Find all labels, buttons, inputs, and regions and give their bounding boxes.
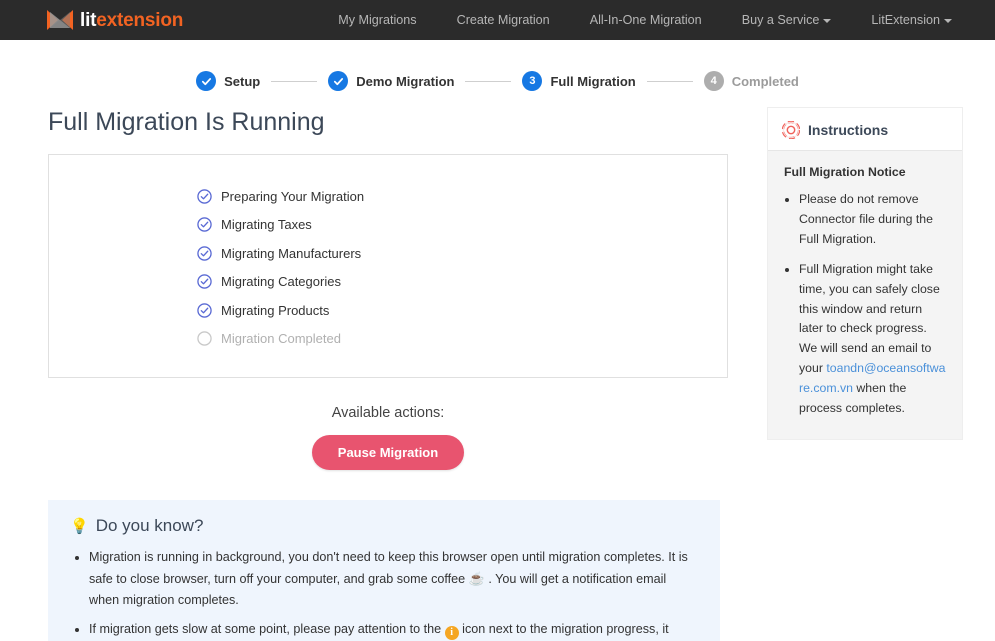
side-column: Instructions Full Migration Notice Pleas… xyxy=(767,107,963,440)
task-item-migrating-taxes: Migrating Taxes xyxy=(49,211,727,240)
top-navbar: litextension My Migrations Create Migrat… xyxy=(0,0,995,40)
lightbulb-icon: 💡 xyxy=(70,517,89,535)
instructions-bullet-email: Full Migration might take time, you can … xyxy=(799,260,948,419)
check-icon xyxy=(333,77,343,85)
instructions-bullet-connector: Please do not remove Connector file duri… xyxy=(799,190,948,250)
task-label: Migrating Manufacturers xyxy=(221,245,362,261)
step-completed[interactable]: 4 Completed xyxy=(703,71,799,91)
step-completed-label: Completed xyxy=(731,73,799,89)
dyk-bullet2-before: If migration gets slow at some point, pl… xyxy=(89,622,445,637)
step-demo-migration-badge xyxy=(328,71,349,91)
task-label: Migrating Taxes xyxy=(221,217,312,233)
nav-item-create-migration[interactable]: Create Migration xyxy=(457,13,550,27)
task-item-migrating-manufacturers: Migrating Manufacturers xyxy=(49,239,727,268)
check-circle-icon xyxy=(197,189,212,204)
chevron-down-icon xyxy=(823,18,832,23)
instructions-bullet-email-before: Full Migration might take time, you can … xyxy=(799,261,940,376)
brand-logo[interactable]: litextension xyxy=(47,10,183,30)
migration-stepper: Setup Demo Migration 3 Full Migration 4 … xyxy=(0,71,995,91)
instructions-header: Instructions xyxy=(768,108,962,151)
nav-item-create-migration-label: Create Migration xyxy=(456,13,550,27)
check-circle-icon xyxy=(197,274,212,289)
do-you-know-panel: 💡 Do you know? Migration is running in b… xyxy=(48,500,720,641)
step-full-migration[interactable]: 3 Full Migration xyxy=(522,71,636,91)
instructions-body: Full Migration Notice Please do not remo… xyxy=(768,151,962,439)
check-circle-icon xyxy=(197,217,212,232)
nav-item-my-migrations-label: My Migrations xyxy=(338,13,417,27)
instructions-list: Please do not remove Connector file duri… xyxy=(782,190,948,419)
migration-task-list: Preparing Your Migration Migrating Taxes xyxy=(49,182,727,353)
do-you-know-bullet-background: Migration is running in background, you … xyxy=(89,547,698,610)
step-setup[interactable]: Setup xyxy=(196,71,260,91)
task-label: Migration Completed xyxy=(221,331,341,347)
brand-text-extension: extension xyxy=(96,9,184,31)
instructions-panel: Instructions Full Migration Notice Pleas… xyxy=(767,107,963,440)
task-item-preparing-your-migration: Preparing Your Migration xyxy=(49,182,727,211)
instructions-subtitle: Full Migration Notice xyxy=(784,165,906,179)
available-actions: Available actions: Pause Migration xyxy=(48,405,728,470)
empty-circle-icon xyxy=(197,331,212,346)
content-wrapper: Full Migration Is Running Preparing Your… xyxy=(0,107,995,470)
brand-text-lit: lit xyxy=(80,9,97,31)
do-you-know-title: 💡 Do you know? xyxy=(70,516,698,536)
nav-item-buy-a-service[interactable]: Buy a Service xyxy=(742,13,832,27)
task-item-migrating-products: Migrating Products xyxy=(49,296,727,325)
check-circle-icon xyxy=(197,246,212,261)
info-icon: i xyxy=(444,626,459,641)
pause-migration-button[interactable]: Pause Migration xyxy=(311,435,465,470)
step-demo-migration[interactable]: Demo Migration xyxy=(328,71,454,91)
check-circle-icon xyxy=(197,303,212,318)
chevron-down-icon xyxy=(944,18,953,23)
brand-text: litextension xyxy=(80,11,183,30)
lifebuoy-icon xyxy=(782,121,800,139)
task-label: Migrating Products xyxy=(221,302,330,318)
do-you-know-title-text: Do you know? xyxy=(95,516,204,535)
step-connector xyxy=(271,80,318,82)
nav-item-account-menu[interactable]: LitExtension xyxy=(871,13,953,27)
nav-item-buy-a-service-label: Buy a Service xyxy=(741,13,820,27)
step-full-migration-label: Full Migration xyxy=(550,73,636,89)
litextension-logo-icon xyxy=(47,10,73,30)
step-connector xyxy=(465,80,512,82)
do-you-know-bullet-slow: If migration gets slow at some point, pl… xyxy=(89,619,698,641)
task-item-migrating-categories: Migrating Categories xyxy=(49,268,727,297)
page-title: Full Migration Is Running xyxy=(48,108,325,136)
nav-item-all-in-one-migration[interactable]: All-In-One Migration xyxy=(590,13,702,27)
check-icon xyxy=(201,77,211,85)
coffee-icon: ☕ xyxy=(468,570,485,586)
step-demo-migration-label: Demo Migration xyxy=(356,73,455,89)
step-connector xyxy=(646,80,693,82)
do-you-know-list: Migration is running in background, you … xyxy=(70,547,698,641)
task-item-migration-completed: Migration Completed xyxy=(49,325,727,354)
step-setup-badge xyxy=(196,71,217,91)
page-body: Full Migration Is Running Preparing Your… xyxy=(0,107,995,641)
step-completed-badge: 4 xyxy=(703,71,724,91)
task-label: Preparing Your Migration xyxy=(221,188,365,204)
nav-links: My Migrations Create Migration All-In-On… xyxy=(338,13,953,27)
task-label: Migrating Categories xyxy=(221,274,341,290)
step-setup-label: Setup xyxy=(224,73,261,89)
main-column: Full Migration Is Running Preparing Your… xyxy=(48,107,728,470)
step-full-migration-badge: 3 xyxy=(522,71,543,91)
instructions-title: Instructions xyxy=(808,122,889,138)
nav-item-all-in-one-migration-label: All-In-One Migration xyxy=(589,13,702,27)
migration-task-card: Preparing Your Migration Migrating Taxes xyxy=(48,154,728,378)
nav-item-account-menu-label: LitExtension xyxy=(871,13,941,27)
nav-item-my-migrations[interactable]: My Migrations xyxy=(338,13,416,27)
available-actions-label: Available actions: xyxy=(331,405,445,421)
